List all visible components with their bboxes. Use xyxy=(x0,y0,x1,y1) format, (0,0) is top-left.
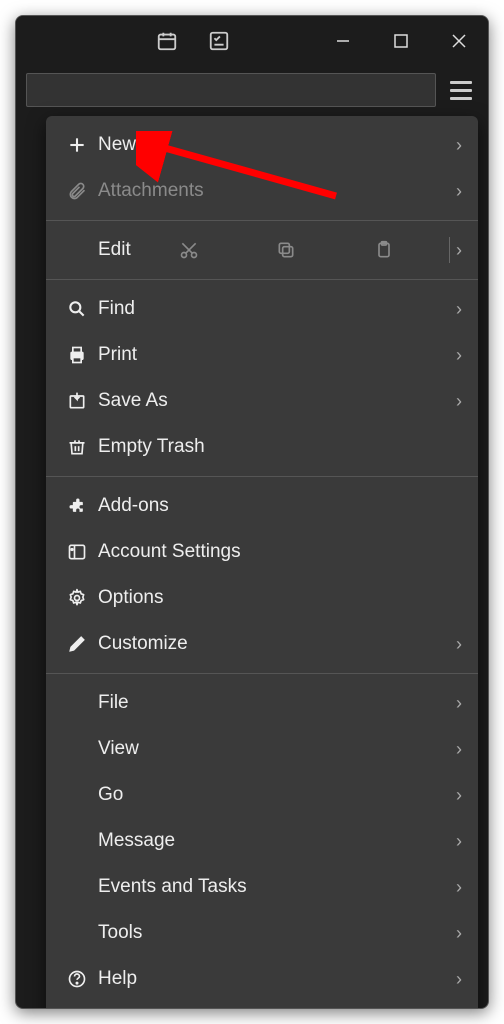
menu-save-as[interactable]: Save As › xyxy=(46,378,478,424)
print-icon xyxy=(60,345,94,365)
menu-label: Help xyxy=(94,968,456,990)
chevron-right-icon: › xyxy=(456,831,462,852)
menu-label: Options xyxy=(94,587,462,609)
menu-label: Tools xyxy=(60,922,456,944)
menu-print[interactable]: Print › xyxy=(46,332,478,378)
search-input[interactable] xyxy=(26,73,436,107)
chevron-right-icon: › xyxy=(456,877,462,898)
save-icon xyxy=(60,391,94,411)
tasks-icon[interactable] xyxy=(208,30,230,52)
chevron-right-icon: › xyxy=(456,135,462,156)
menu-attachments: Attachments › xyxy=(46,168,478,214)
menu-label: Events and Tasks xyxy=(60,876,456,898)
puzzle-icon xyxy=(60,496,94,516)
chevron-right-icon: › xyxy=(456,240,462,261)
menu-label: View xyxy=(60,738,456,760)
menu-label: Empty Trash xyxy=(94,436,462,458)
menu-label: Save As xyxy=(94,390,456,412)
chevron-right-icon: › xyxy=(456,693,462,714)
menu-label: File xyxy=(60,692,456,714)
menu-label: Account Settings xyxy=(94,541,462,563)
menu-events-tasks[interactable]: Events and Tasks › xyxy=(46,864,478,910)
chevron-right-icon: › xyxy=(456,181,462,202)
menu-label: Attachments xyxy=(94,180,456,202)
menu-new[interactable]: New › xyxy=(46,122,478,168)
chevron-right-icon: › xyxy=(456,299,462,320)
divider xyxy=(46,1008,478,1009)
menu-label: Edit xyxy=(60,239,130,261)
minimize-button[interactable] xyxy=(314,16,372,66)
menu-label: Print xyxy=(94,344,456,366)
menu-tools[interactable]: Tools › xyxy=(46,910,478,956)
chevron-right-icon: › xyxy=(456,634,462,655)
chevron-right-icon: › xyxy=(456,923,462,944)
help-icon xyxy=(60,969,94,989)
chevron-right-icon: › xyxy=(456,391,462,412)
plus-icon xyxy=(60,135,94,155)
menu-options[interactable]: Options xyxy=(46,575,478,621)
copy-icon[interactable] xyxy=(276,240,296,260)
toolbar xyxy=(16,66,488,114)
menu-edit[interactable]: Edit › xyxy=(46,227,478,273)
menu-go[interactable]: Go › xyxy=(46,772,478,818)
search-icon xyxy=(60,299,94,319)
menu-label: Go xyxy=(60,784,456,806)
chevron-right-icon: › xyxy=(456,739,462,760)
app-menu-button[interactable] xyxy=(444,73,478,107)
titlebar xyxy=(16,16,488,66)
menu-label: Message xyxy=(60,830,456,852)
cut-icon[interactable] xyxy=(179,240,199,260)
separator xyxy=(449,237,450,263)
paperclip-icon xyxy=(60,181,94,201)
chevron-right-icon: › xyxy=(456,785,462,806)
app-menu: New › Attachments › Edit xyxy=(46,116,478,1009)
divider xyxy=(46,279,478,280)
menu-label: Find xyxy=(94,298,456,320)
maximize-button[interactable] xyxy=(372,16,430,66)
divider xyxy=(46,673,478,674)
menu-empty-trash[interactable]: Empty Trash xyxy=(46,424,478,470)
gear-icon xyxy=(60,588,94,608)
menu-customize[interactable]: Customize › xyxy=(46,621,478,667)
menu-file[interactable]: File › xyxy=(46,680,478,726)
menu-find[interactable]: Find › xyxy=(46,286,478,332)
menu-account-settings[interactable]: Account Settings xyxy=(46,529,478,575)
calendar-icon[interactable] xyxy=(156,30,178,52)
menu-label: Customize xyxy=(94,633,456,655)
divider xyxy=(46,476,478,477)
brush-icon xyxy=(60,634,94,654)
menu-label: New xyxy=(94,134,456,156)
trash-icon xyxy=(60,437,94,457)
paste-icon[interactable] xyxy=(374,240,394,260)
menu-addons[interactable]: Add-ons xyxy=(46,483,478,529)
chevron-right-icon: › xyxy=(456,345,462,366)
app-window: New › Attachments › Edit xyxy=(15,15,489,1009)
menu-label: Add-ons xyxy=(94,495,462,517)
menu-help[interactable]: Help › xyxy=(46,956,478,1002)
divider xyxy=(46,220,478,221)
account-icon xyxy=(60,542,94,562)
menu-view[interactable]: View › xyxy=(46,726,478,772)
menu-message[interactable]: Message › xyxy=(46,818,478,864)
close-button[interactable] xyxy=(430,16,488,66)
chevron-right-icon: › xyxy=(456,969,462,990)
